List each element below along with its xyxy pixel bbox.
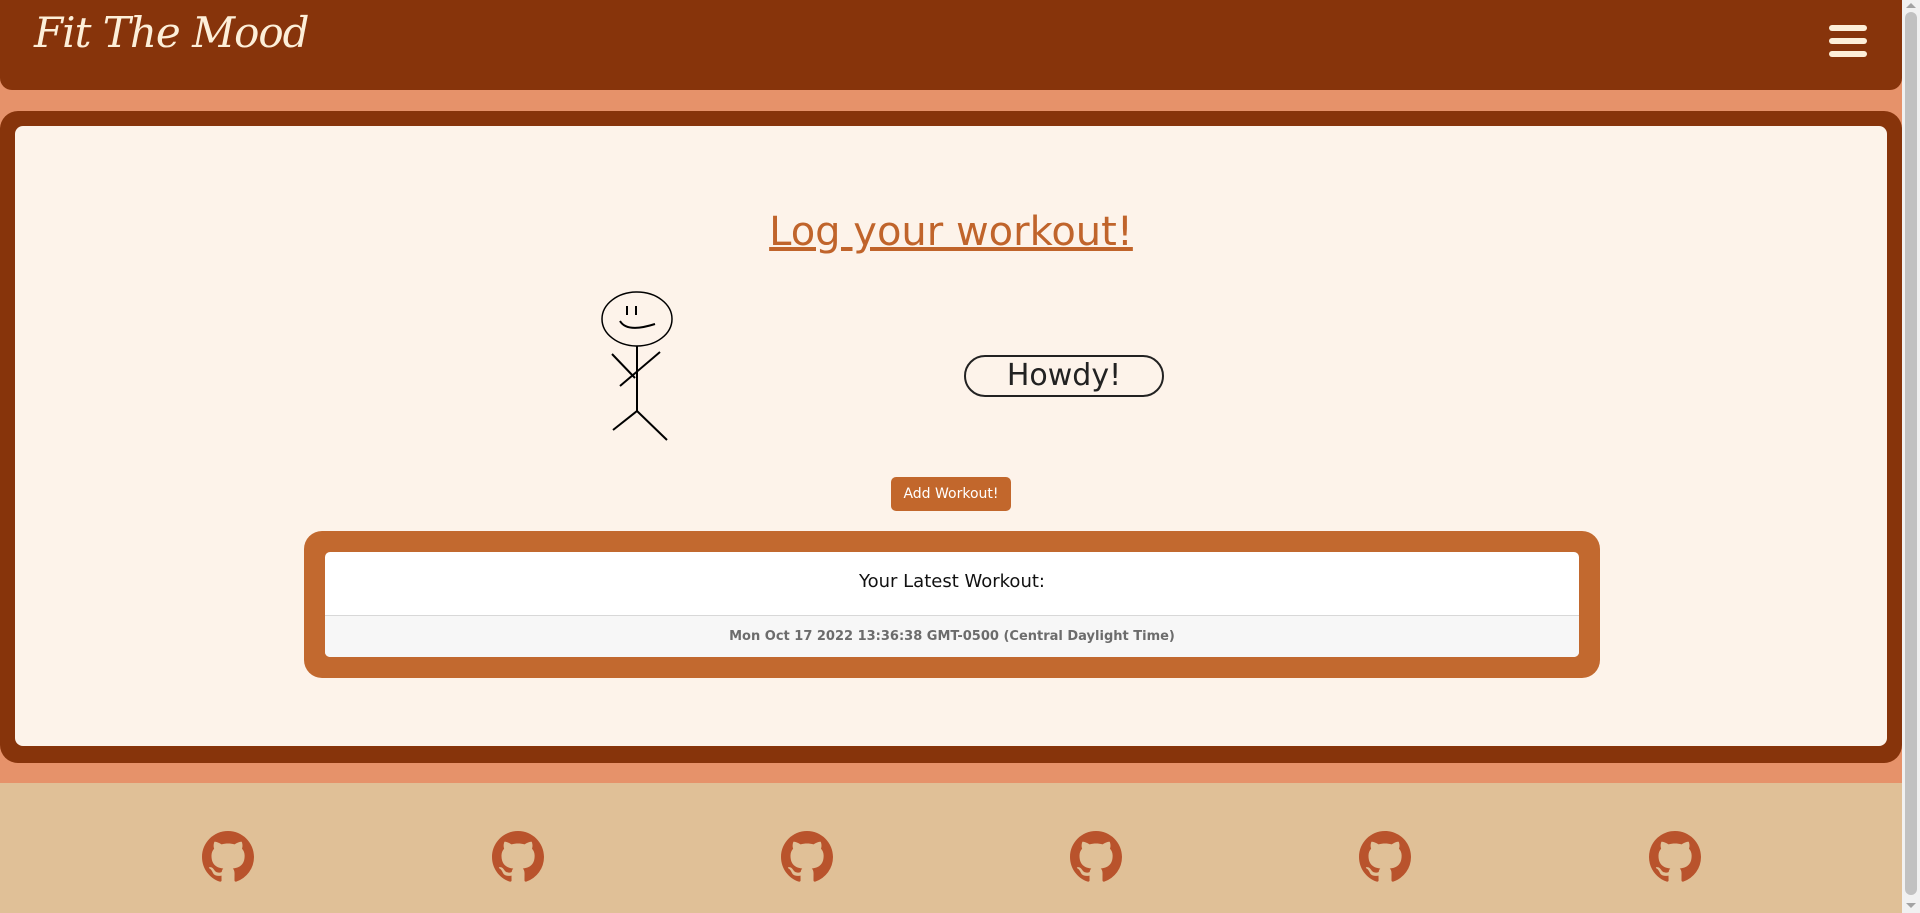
main-frame: Log your workout! Howdy! Add Workout! Yo… [0,111,1902,763]
add-workout-button[interactable]: Add Workout! [891,477,1011,511]
scrollbar-thumb[interactable] [1905,12,1917,895]
footer [0,783,1902,913]
scroll-down-arrow-icon[interactable] [1906,903,1916,908]
brand-logo[interactable]: Fit The Mood [34,8,310,57]
stick-figure-icon [601,291,673,441]
vertical-scrollbar[interactable] [1902,0,1920,913]
main-card: Log your workout! Howdy! Add Workout! Yo… [15,126,1887,746]
speech-bubble: Howdy! [964,355,1164,397]
github-icon[interactable] [781,831,833,883]
github-icon[interactable] [492,831,544,883]
hamburger-menu-icon[interactable] [1829,25,1867,57]
github-icon[interactable] [1070,831,1122,883]
github-icon[interactable] [202,831,254,883]
page: Fit The Mood Log your workout! Howdy! Ad… [0,0,1920,913]
latest-workout-frame: Your Latest Workout: Mon Oct 17 2022 13:… [304,531,1600,678]
github-icon[interactable] [1359,831,1411,883]
top-navbar: Fit The Mood [0,0,1902,90]
latest-workout-card: Your Latest Workout: Mon Oct 17 2022 13:… [325,552,1579,657]
latest-workout-heading: Your Latest Workout: [325,552,1579,616]
scroll-up-arrow-icon[interactable] [1906,3,1916,8]
latest-workout-date: Mon Oct 17 2022 13:36:38 GMT-0500 (Centr… [325,616,1579,657]
page-title[interactable]: Log your workout! [15,209,1887,255]
github-icon[interactable] [1649,831,1701,883]
